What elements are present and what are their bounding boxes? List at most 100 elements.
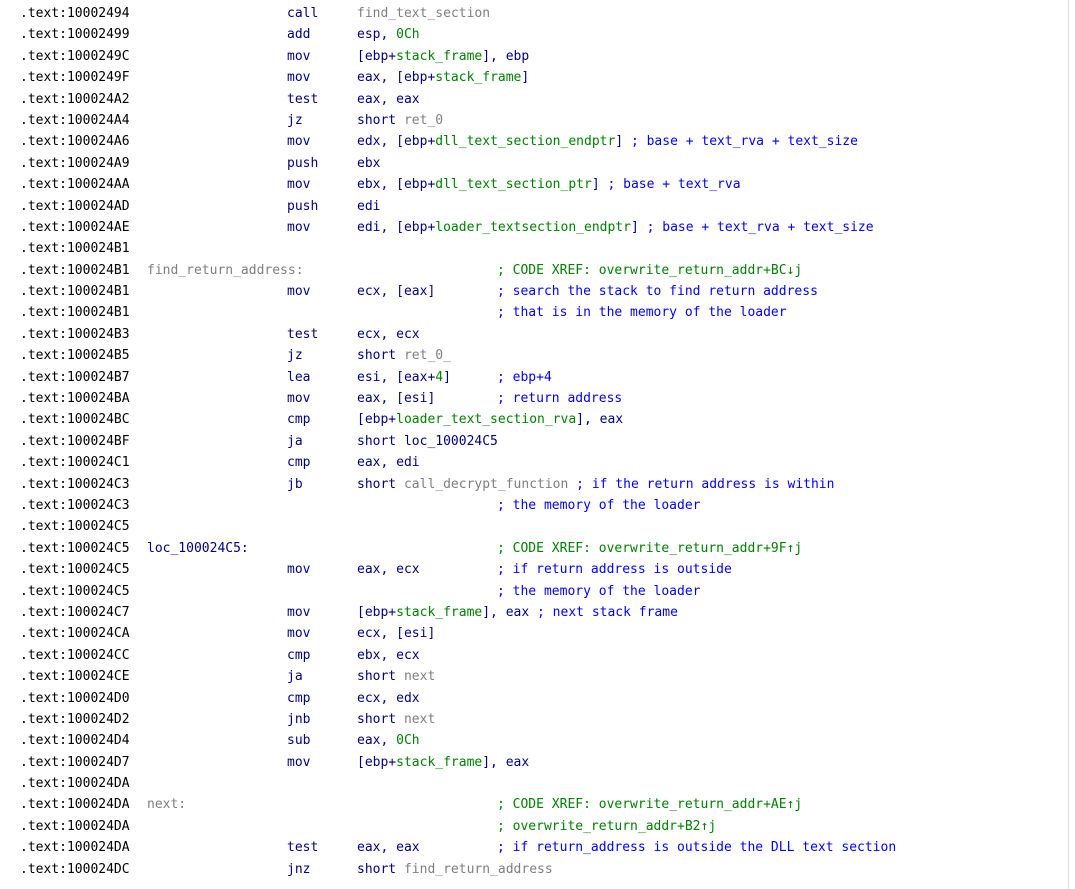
listing-line[interactable]: .text:100024C3 jb short call_decrypt_funct… [0, 474, 1068, 495]
listing-line[interactable]: .text:10002499 add esp, 0Ch [0, 24, 1068, 45]
listing-line[interactable]: .text:100024DA next: ; CODE XREF: overwrit… [0, 794, 1068, 815]
instruction-mnemonic: mov [287, 70, 311, 86]
listing-line[interactable]: .text:100024B1 [0, 238, 1068, 259]
stack-variable[interactable]: dll_text_section_endptr [435, 134, 615, 149]
listing-line[interactable]: .text:1000249C mov [ebp+stack_frame], ebp [0, 46, 1068, 67]
listing-line[interactable]: .text:100024D0 cmp ecx, edx [0, 688, 1068, 709]
instruction-operands: eax, eax [357, 89, 420, 110]
operand-text: esp, [357, 27, 397, 43]
xref-comment[interactable]: ; overwrite_return_addr+B2↑j [497, 816, 716, 837]
line-address: .text:10002494 [20, 6, 130, 21]
operand-text: short [357, 348, 404, 364]
line-address: .text:100024C1 [20, 455, 130, 471]
listing-line[interactable]: .text:100024B5 jz short ret_0_ [0, 345, 1068, 366]
stack-variable[interactable]: stack_frame [396, 605, 482, 620]
listing-line[interactable]: .text:100024C7 mov [ebp+stack_frame], eax … [0, 602, 1068, 623]
stack-variable[interactable]: loader_textsection_endptr [435, 220, 631, 235]
stack-variable[interactable]: stack_frame [396, 49, 482, 64]
listing-line[interactable]: .text:100024AE mov edi, [ebp+loader_textse… [0, 217, 1068, 238]
stack-variable[interactable]: stack_frame [435, 70, 521, 85]
xref-comment[interactable]: ; CODE XREF: overwrite_return_addr+9F↑j [497, 538, 802, 559]
line-comment: ; if return address is outside [497, 562, 732, 578]
listing-line[interactable]: .text:100024C5 ; the memory of the loader [0, 581, 1068, 602]
listing-line[interactable]: .text:100024B1 mov ecx, [eax] ; search the … [0, 281, 1068, 302]
listing-line[interactable]: .text:100024DA [0, 773, 1068, 794]
listing-line[interactable]: .text:100024C5 [0, 516, 1068, 537]
listing-line[interactable]: .text:100024BC cmp [ebp+loader_text_sectio… [0, 409, 1068, 430]
instruction-operands: short next [357, 709, 435, 730]
xref-comment[interactable]: ; CODE XREF: overwrite_return_addr+AE↑j [497, 794, 802, 815]
listing-line[interactable]: .text:100024AA mov ebx, [ebp+dll_text_sect… [0, 174, 1068, 195]
listing-line[interactable]: .text:100024C3 ; the memory of the loader [0, 495, 1068, 516]
listing-line[interactable]: .text:100024AD push edi [0, 196, 1068, 217]
listing-line[interactable]: .text:100024DA test eax, eax ; if return_ad… [0, 837, 1068, 858]
listing-line[interactable]: .text:100024B1 ; that is in the memory of… [0, 302, 1068, 323]
code-label[interactable]: find_return_address: [147, 260, 304, 281]
line-address: .text:100024DA [20, 840, 130, 856]
listing-line[interactable]: .text:100024A6 mov edx, [ebp+dll_text_sect… [0, 131, 1068, 152]
listing-line[interactable]: .text:100024C5 mov eax, ecx ; if return add… [0, 559, 1068, 580]
stack-variable[interactable]: dll_text_section_ptr [435, 177, 592, 192]
code-reference[interactable]: call_decrypt_function [404, 477, 568, 492]
listing-line[interactable]: .text:100024B7 lea esi, [eax+4] ; ebp+4 [0, 367, 1068, 388]
listing-line[interactable]: .text:10002494 call find_text_section [0, 3, 1068, 24]
listing-line[interactable]: .text:100024BA mov eax, [esi] ; return addr… [0, 388, 1068, 409]
vertical-scrollbar[interactable] [1068, 0, 1075, 889]
listing-line[interactable]: .text:1000249F mov eax, [ebp+stack_frame] [0, 67, 1068, 88]
listing-line[interactable]: .text:100024BF ja short loc_100024C5 [0, 431, 1068, 452]
code-reference[interactable]: next [404, 712, 435, 727]
line-address: .text:1000249F [20, 70, 130, 86]
line-address: .text:100024C3 [20, 476, 130, 492]
listing-line[interactable]: .text:100024D2 jnb short next [0, 709, 1068, 730]
code-reference[interactable]: find_text_section [357, 6, 490, 21]
code-reference[interactable]: ret_0_ [404, 348, 451, 363]
line-address: .text:100024C3 [20, 497, 130, 513]
listing-line[interactable]: .text:100024C1 cmp eax, edi [0, 452, 1068, 473]
code-label[interactable]: next: [147, 794, 186, 815]
listing-line[interactable]: .text:100024CE ja short next [0, 666, 1068, 687]
code-reference[interactable]: find_return_address [404, 862, 553, 877]
instruction-mnemonic: cmp [287, 647, 311, 663]
operand-text: esi, [eax+ [357, 369, 436, 385]
instruction-mnemonic: ja [287, 433, 303, 449]
code-label[interactable]: loc_100024C5: [147, 538, 249, 559]
listing-line[interactable]: .text:100024C5 loc_100024C5: ; CODE XREF: … [0, 538, 1068, 559]
xref-comment[interactable]: ; CODE XREF: overwrite_return_addr+BC↓j [497, 260, 802, 281]
listing-line[interactable]: .text:100024B3 test ecx, ecx [0, 324, 1068, 345]
listing-line[interactable]: .text:100024D4 sub eax, 0Ch [0, 730, 1068, 751]
listing-line[interactable]: .text:100024CC cmp ebx, ecx [0, 645, 1068, 666]
code-reference[interactable]: next [404, 669, 435, 684]
operand-text [568, 477, 576, 492]
instruction-mnemonic: mov [287, 626, 311, 642]
listing-line[interactable]: .text:100024DC jnz short find_return_addre… [0, 859, 1068, 880]
immediate-value: 0Ch [396, 27, 420, 43]
stack-variable[interactable]: loader_text_section_rva [396, 412, 576, 427]
listing-line[interactable]: .text:100024A4 jz short ret_0 [0, 110, 1068, 131]
instruction-operands: eax, eax [357, 837, 420, 858]
operand-text: eax, eax [357, 91, 420, 107]
listing-line[interactable]: .text:100024B1 find_return_address: ; CODE… [0, 260, 1068, 281]
instruction-mnemonic: push [287, 198, 319, 214]
listing-line[interactable]: .text:100024A9 push ebx [0, 153, 1068, 174]
listing-line[interactable]: .text:100024D7 mov [ebp+stack_frame], eax [0, 752, 1068, 773]
line-address: .text:100024B1 [20, 284, 130, 300]
stack-variable[interactable]: stack_frame [396, 755, 482, 770]
listing-line[interactable]: .text:100024A2 test eax, eax [0, 89, 1068, 110]
line-comment: ; if return_address is outside the DLL t… [497, 840, 897, 856]
instruction-mnemonic: mov [287, 219, 311, 235]
line-address: .text:10002499 [20, 27, 130, 43]
instruction-operands: eax, [ebp+stack_frame] [357, 67, 529, 88]
line-comment: ; that is in the memory of the loader [497, 305, 787, 321]
listing-line[interactable]: .text:100024DA ; overwrite_return_addr+B2… [0, 816, 1068, 837]
operand-text: short [357, 112, 404, 128]
instruction-operands: short loc_100024C5 [357, 431, 498, 452]
line-address: .text:100024AD [20, 198, 130, 214]
instruction-operands: ecx, ecx [357, 324, 420, 345]
line-address: .text:100024C5 [20, 562, 130, 578]
code-reference[interactable]: ret_0 [404, 113, 443, 128]
listing-line[interactable]: .text:100024CA mov ecx, [esi] [0, 623, 1068, 644]
line-address: .text:100024DA [20, 797, 130, 813]
operand-text: ecx, [esi] [357, 626, 436, 642]
disassembly-listing[interactable]: .text:10002494 call find_text_section .text… [0, 0, 1068, 889]
instruction-operands: short ret_0 [357, 110, 443, 131]
